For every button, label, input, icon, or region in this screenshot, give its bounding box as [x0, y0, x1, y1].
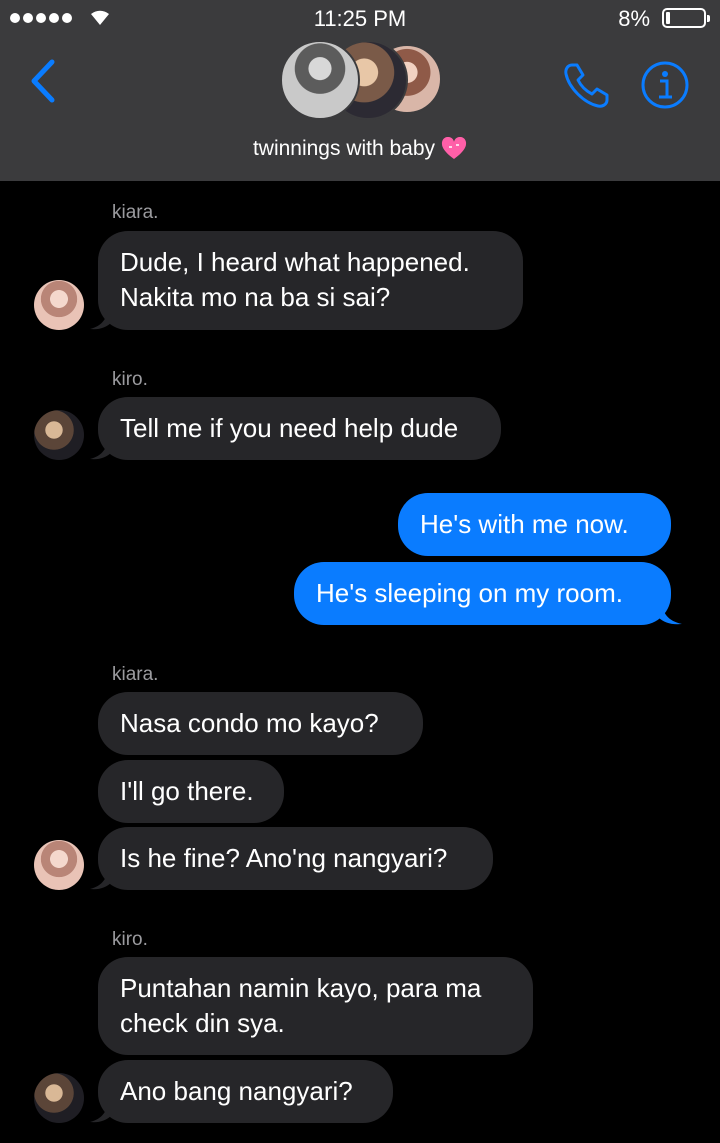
info-icon[interactable] — [640, 60, 690, 110]
message-bubble[interactable]: He's with me now. — [398, 493, 671, 556]
battery-icon — [662, 8, 710, 28]
message-bubble[interactable]: I'll go there. — [98, 760, 284, 823]
avatar[interactable] — [34, 1073, 84, 1123]
message-text: Nasa condo mo kayo? — [120, 708, 379, 738]
message-text: Tell me if you need help dude — [120, 413, 459, 443]
battery-percent: 8% — [618, 6, 650, 31]
message-bubble[interactable]: Is he fine? Ano'ng nangyari? — [98, 827, 493, 890]
bubble-tail — [658, 601, 682, 625]
message-text: I'll go there. — [120, 776, 254, 806]
conversation-title-text: twinnings with baby — [252, 137, 436, 160]
message-bubble[interactable]: Ano bang nangyari? — [98, 1060, 393, 1123]
avatar[interactable] — [34, 280, 84, 330]
sender-name: kiara. — [112, 202, 159, 223]
message-text: Is he fine? Ano'ng nangyari? — [120, 843, 448, 873]
message-text: He's sleeping on my room. — [316, 578, 623, 608]
chat-header: 11:25 PM 8% twinnings with baby — [0, 0, 720, 181]
sender-name: kiara. — [112, 664, 159, 685]
chevron-left-icon[interactable] — [28, 58, 58, 104]
sender-name: kiro. — [112, 369, 148, 390]
message-text: He's with me now. — [420, 509, 629, 539]
message-text: Dude, I heard what happened. — [120, 247, 470, 277]
avatar — [280, 40, 360, 120]
group-avatars[interactable] — [280, 40, 445, 120]
status-bar: 11:25 PM 8% — [0, 0, 720, 36]
conversation-title[interactable]: twinnings with baby — [0, 137, 720, 161]
bubble-tail — [90, 306, 112, 330]
message-text: check din sya. — [120, 1008, 285, 1038]
status-time: 11:25 PM — [313, 6, 407, 31]
phone-icon[interactable] — [562, 60, 612, 110]
message-bubble[interactable]: Tell me if you need help dude — [98, 397, 501, 460]
message-text: Puntahan namin kayo, para ma — [120, 973, 482, 1003]
heart-icon — [442, 137, 467, 160]
message-bubble[interactable]: Dude, I heard what happened. Nakita mo n… — [98, 231, 523, 330]
message-bubble[interactable]: Nasa condo mo kayo? — [98, 692, 423, 755]
message-bubble[interactable]: Puntahan namin kayo, para ma check din s… — [98, 957, 533, 1055]
message-text: Ano bang nangyari? — [120, 1076, 353, 1106]
bubble-tail — [90, 436, 112, 460]
bubble-tail — [90, 866, 112, 890]
message-text: Nakita mo na ba si sai? — [120, 282, 391, 312]
sender-name: kiro. — [112, 929, 148, 950]
message-bubble[interactable]: He's sleeping on my room. — [294, 562, 671, 625]
bubble-tail — [90, 1099, 112, 1123]
avatar[interactable] — [34, 410, 84, 460]
avatar[interactable] — [34, 840, 84, 890]
